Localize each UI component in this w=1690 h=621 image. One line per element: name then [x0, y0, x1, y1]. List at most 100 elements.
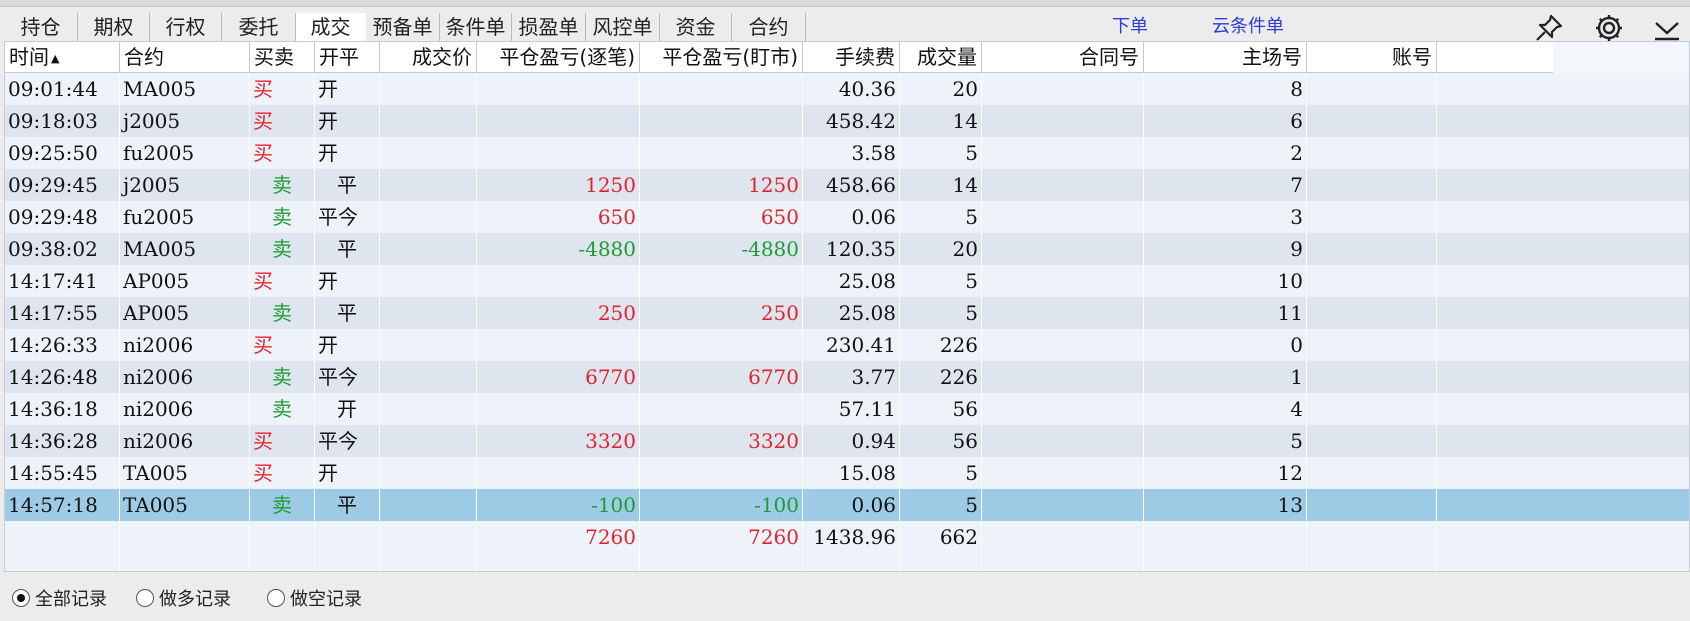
cell-open-close: 平	[315, 169, 380, 201]
cell-account	[1307, 329, 1437, 361]
cell-contract-no	[982, 233, 1144, 265]
cell-pnl-mark	[640, 393, 803, 425]
price-column-header[interactable]: 成交价	[380, 42, 477, 72]
cell-fee: 120.35	[803, 233, 900, 265]
cell-contract: ni2006	[120, 393, 250, 425]
table-row[interactable]: 14:26:33 ni2006 买开 230.41 226 0	[5, 329, 1689, 361]
cell-pnl-mark: 250	[640, 297, 803, 329]
cell-pnl-mark	[640, 105, 803, 137]
cell-price	[380, 265, 477, 297]
seq-column-header[interactable]: 主场号	[1144, 42, 1307, 72]
volume-column-header[interactable]: 成交量	[900, 42, 982, 72]
cell-side: 卖	[250, 233, 315, 265]
tab-1[interactable]: 期权	[78, 13, 150, 41]
pin-icon[interactable]	[1532, 11, 1566, 45]
contract-no-column-header[interactable]: 合同号	[982, 42, 1144, 72]
tab-2[interactable]: 行权	[150, 13, 222, 41]
cell-qty: 56	[900, 393, 982, 425]
table-row[interactable]: 14:36:28 ni2006 买平今 3320 3320 0.94 56 5	[5, 425, 1689, 457]
table-row[interactable]: 09:18:03 j2005 买开 458.42 14 6	[5, 105, 1689, 137]
cell-contract-no	[982, 265, 1144, 297]
table-row[interactable]: 09:29:45 j2005 卖平 1250 1250 458.66 14 7	[5, 169, 1689, 201]
table-row[interactable]: 14:17:41 AP005 买开 25.08 5 10	[5, 265, 1689, 297]
table-row[interactable]: 14:26:48 ni2006 卖平今 6770 6770 3.77 226 1	[5, 361, 1689, 393]
empty-row	[5, 553, 1689, 571]
cell-price	[380, 425, 477, 457]
short-records-radio[interactable]: 做空记录	[267, 587, 362, 610]
tab-9[interactable]: 资金	[660, 13, 732, 41]
cell-fee: 3.58	[803, 137, 900, 169]
table-row[interactable]: 09:38:02 MA005 卖平 -4880 -4880 120.35 20 9	[5, 233, 1689, 265]
cell-seq: 13	[1144, 489, 1307, 521]
long-records-radio[interactable]: 做多记录	[136, 587, 231, 610]
cell-contract-no	[982, 201, 1144, 233]
table-row[interactable]: 09:25:50 fu2005 买开 3.58 5 2	[5, 137, 1689, 169]
account-column-header[interactable]: 账号	[1307, 42, 1437, 72]
cell-time: 14:26:48	[5, 361, 120, 393]
radio-button-icon[interactable]	[12, 589, 30, 607]
table-row[interactable]: 14:17:55 AP005 卖平 250 250 25.08 5 11	[5, 297, 1689, 329]
close-pnl-trade-column-header[interactable]: 平仓盈亏(逐笔)	[477, 42, 640, 72]
all-records-radio[interactable]: 全部记录	[12, 587, 107, 610]
empty-cell	[477, 553, 640, 571]
fee-column-header[interactable]: 手续费	[803, 42, 900, 72]
cell-contract-no	[982, 297, 1144, 329]
cell-side: 买	[250, 425, 315, 457]
cell-account	[1307, 297, 1437, 329]
cell-contract: fu2005	[120, 201, 250, 233]
open-close-column-header[interactable]: 开平	[315, 42, 380, 72]
column-header-label: 开平	[319, 45, 359, 69]
cell-open-close: 开	[315, 393, 380, 425]
tab-7[interactable]: 损盈单	[512, 13, 586, 41]
cell-pnl-mark: -4880	[640, 233, 803, 265]
table-row[interactable]: 14:57:18 TA005 卖平 -100 -100 0.06 5 13	[5, 489, 1689, 521]
cell-contract: ni2006	[120, 361, 250, 393]
table-row[interactable]: 09:29:48 fu2005 卖平今 650 650 0.06 5 3	[5, 201, 1689, 233]
radio-button-icon[interactable]	[136, 589, 154, 607]
close-pnl-mark-column-header[interactable]: 平仓盈亏(盯市)	[640, 42, 803, 72]
table-row[interactable]: 14:55:45 TA005 买开 15.08 5 12	[5, 457, 1689, 489]
cell-side: 卖	[250, 489, 315, 521]
tab-8[interactable]: 风控单	[586, 13, 660, 41]
column-header-label: 合同号	[1079, 45, 1139, 69]
window-top-strip	[0, 0, 1690, 7]
tab-3[interactable]: 委托	[222, 13, 296, 41]
table-row[interactable]: 09:01:44 MA005 买开 40.36 20 8	[5, 73, 1689, 105]
place-order-link[interactable]: 下单	[1112, 12, 1148, 38]
radio-button-icon[interactable]	[267, 589, 285, 607]
time-column-header[interactable]: 时间 ▲	[5, 42, 120, 72]
cell-seq: 3	[1144, 201, 1307, 233]
tab-4[interactable]: 成交	[296, 13, 366, 41]
cell-contract: TA005	[120, 457, 250, 489]
tab-0[interactable]: 持仓	[4, 13, 78, 41]
tab-list: 持仓 期权 行权 委托 成交 预备单 条件单 损盈单 风控单 资金 合约	[4, 13, 806, 41]
cell-contract-no	[982, 137, 1144, 169]
cell-pnl-mark: 1250	[640, 169, 803, 201]
cell-qty: 5	[900, 457, 982, 489]
cell-contract-no	[982, 425, 1144, 457]
contract-column-header[interactable]: 合约	[120, 42, 250, 72]
column-header-label: 平仓盈亏(盯市)	[662, 45, 798, 69]
total-open-close	[315, 521, 380, 553]
cell-open-close: 开	[315, 73, 380, 105]
chevron-down-icon[interactable]	[1650, 11, 1684, 45]
total-pnl-trade: 7260	[477, 521, 640, 553]
empty-cell	[120, 553, 250, 571]
cell-pnl-trade: -4880	[477, 233, 640, 265]
side-column-header[interactable]: 买卖	[250, 42, 315, 72]
cell-account	[1307, 361, 1437, 393]
cell-price	[380, 169, 477, 201]
cell-side: 买	[250, 137, 315, 169]
cloud-conditional-order-link[interactable]: 云条件单	[1212, 12, 1284, 38]
tab-6[interactable]: 条件单	[440, 13, 512, 41]
cell-side: 买	[250, 329, 315, 361]
tab-5[interactable]: 预备单	[366, 13, 440, 41]
cell-time: 14:17:41	[5, 265, 120, 297]
table-row[interactable]: 14:36:18 ni2006 卖开 57.11 56 4	[5, 393, 1689, 425]
empty-cell	[315, 553, 380, 571]
gear-icon[interactable]	[1592, 11, 1626, 45]
cell-contract-no	[982, 105, 1144, 137]
cell-price	[380, 73, 477, 105]
tab-10[interactable]: 合约	[732, 13, 806, 41]
cell-open-close: 平	[315, 489, 380, 521]
